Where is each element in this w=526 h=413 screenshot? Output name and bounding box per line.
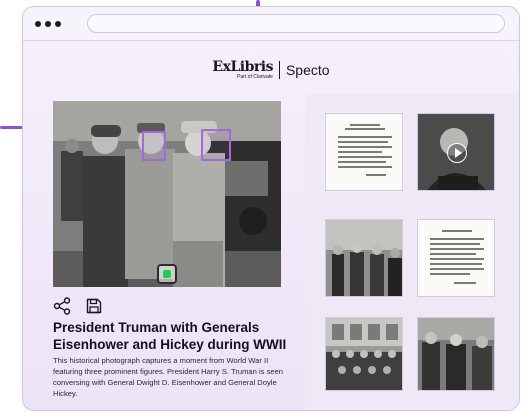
- related-media-grid: [305, 95, 519, 410]
- face-detection-box[interactable]: [201, 129, 231, 161]
- thumbnail-photo[interactable]: [325, 317, 403, 391]
- face-detection-box[interactable]: [142, 131, 166, 161]
- scan-icon[interactable]: [157, 264, 177, 284]
- main-photo[interactable]: [53, 101, 281, 287]
- share-icon[interactable]: [53, 297, 71, 315]
- exlibris-logo: ExLibris Part of Clarivate: [212, 60, 273, 80]
- photo-thumbnail-illustration: [418, 318, 494, 390]
- article-title: President Truman with Generals Eisenhowe…: [53, 320, 287, 352]
- thumbnail-document[interactable]: [325, 113, 403, 191]
- thumbnail-document[interactable]: [417, 219, 495, 297]
- photo-thumbnail-illustration: [326, 220, 402, 296]
- browser-toolbar: [23, 7, 519, 41]
- brand-header: ExLibris Part of Clarivate Specto: [23, 55, 519, 85]
- photo-thumbnail-illustration: [326, 318, 402, 390]
- historical-photo-illustration: [53, 101, 281, 287]
- thumbnail-photo[interactable]: [325, 219, 403, 297]
- action-icons: [53, 297, 103, 315]
- address-bar[interactable]: [87, 14, 505, 33]
- thumbnail-photo[interactable]: [417, 317, 495, 391]
- save-icon[interactable]: [85, 297, 103, 315]
- logo-text: ExLibris: [212, 59, 273, 75]
- play-icon[interactable]: [447, 143, 467, 163]
- thumbnail-video[interactable]: [417, 113, 495, 191]
- browser-window: ExLibris Part of Clarivate Specto Presid…: [22, 6, 520, 411]
- article-description: This historical photograph captures a mo…: [53, 356, 284, 398]
- window-menu-dots[interactable]: [35, 21, 61, 27]
- product-name: Specto: [285, 62, 330, 78]
- brand-divider: [278, 61, 280, 79]
- logo-subtext: Part of Clarivate: [237, 74, 273, 80]
